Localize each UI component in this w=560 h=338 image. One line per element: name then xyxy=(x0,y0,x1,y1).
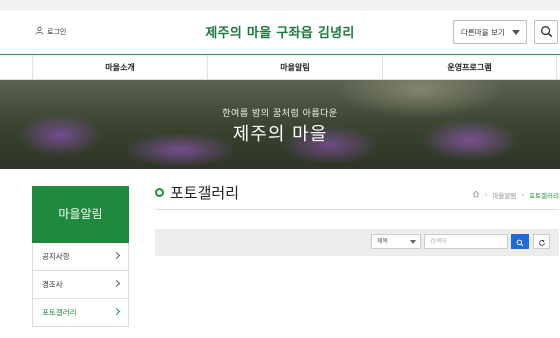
search-field-value: 제목 xyxy=(377,238,389,245)
breadcrumb-separator-icon: › xyxy=(521,191,525,199)
main-navigation: 마을소개 마을알림 운영프로그램 xyxy=(0,54,560,80)
search-reset-button[interactable] xyxy=(533,234,550,249)
breadcrumb: › 마을알림 › 포토갤러리 xyxy=(472,190,559,200)
chevron-right-icon xyxy=(112,307,121,316)
side-menu-item-photo-gallery[interactable]: 포토갤러리 xyxy=(32,299,129,327)
hero-banner: 한여름 밤의 꿈처럼 아름다운 제주의 마을 xyxy=(0,80,560,169)
hero-title: 제주의 마을 xyxy=(232,124,328,145)
hero-subtitle: 한여름 밤의 꿈처럼 아름다운 xyxy=(222,109,338,119)
side-menu-heading: 마을알림 xyxy=(32,186,129,243)
nav-item-village-intro[interactable]: 마을소개 xyxy=(32,55,207,80)
home-icon[interactable] xyxy=(472,190,480,200)
site-search-button[interactable] xyxy=(534,20,558,44)
title-divider xyxy=(155,209,559,210)
page-title: 포토갤러리 xyxy=(155,182,239,203)
search-icon xyxy=(516,232,524,251)
other-village-label: 다른마을 보기 xyxy=(461,27,505,37)
keyword-input[interactable] xyxy=(424,234,508,249)
nav-item-programs[interactable]: 운영프로그램 xyxy=(382,55,557,80)
breadcrumb-current: 포토갤러리 xyxy=(529,192,559,200)
other-village-select[interactable]: 다른마을 보기 xyxy=(453,20,527,44)
side-menu-item-label: 경조사 xyxy=(42,280,63,289)
side-menu-item-notices[interactable]: 공지사항 xyxy=(32,243,129,271)
side-menu: 마을알림 공지사항 경조사 포토갤러리 xyxy=(32,186,129,327)
search-field-select[interactable]: 제목 xyxy=(371,234,421,249)
login-link[interactable]: 로그인 xyxy=(35,26,66,37)
header: 로그인 제주의 마을 구좌읍 김녕리 다른마을 보기 xyxy=(0,11,560,54)
title-bullet-icon xyxy=(155,188,164,197)
chevron-right-icon xyxy=(112,251,121,260)
user-icon xyxy=(35,26,44,37)
caret-down-icon xyxy=(410,240,416,244)
side-menu-item-label: 공지사항 xyxy=(42,252,70,261)
nav-item-village-notice[interactable]: 마을알림 xyxy=(207,55,382,80)
chevron-right-icon xyxy=(112,279,121,288)
refresh-icon xyxy=(538,232,546,251)
board-search-bar: 제목 xyxy=(155,229,559,256)
top-utility-strip xyxy=(0,0,560,11)
side-menu-item-label: 포토갤러리 xyxy=(42,308,77,317)
search-icon xyxy=(540,23,553,42)
search-submit-button[interactable] xyxy=(511,234,529,249)
page-title-text: 포토갤러리 xyxy=(170,184,240,202)
breadcrumb-separator-icon: › xyxy=(484,191,488,199)
caret-down-icon xyxy=(512,30,520,35)
login-label: 로그인 xyxy=(47,27,67,36)
side-menu-item-family-events[interactable]: 경조사 xyxy=(32,271,129,299)
breadcrumb-item[interactable]: 마을알림 xyxy=(492,190,516,200)
